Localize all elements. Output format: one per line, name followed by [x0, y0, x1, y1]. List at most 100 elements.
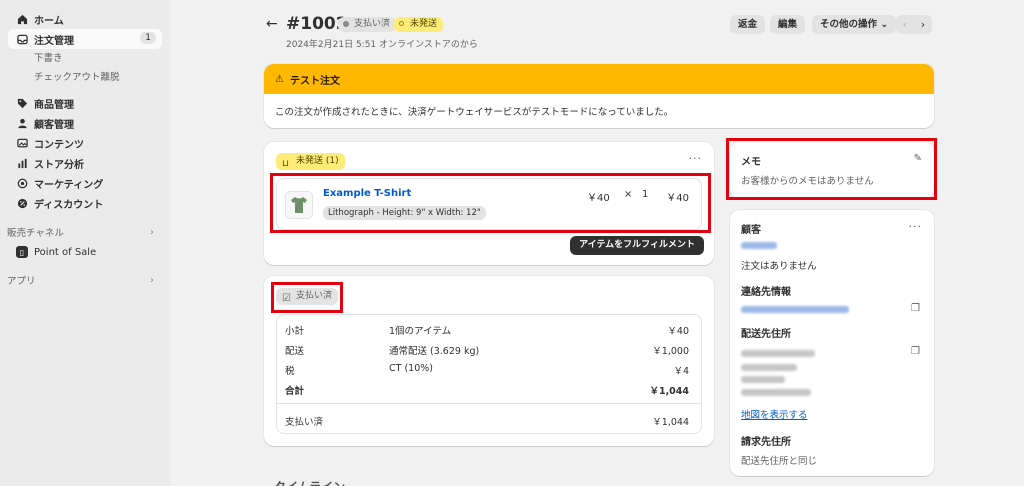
inbox-icon [16, 33, 28, 45]
customer-card: 顧客 ··· 注文はありません 連絡先情報 ❐ 配送先住所 ❐ 地図を表示する … [730, 210, 934, 476]
variant-badge: Lithograph - Height: 9" x Width: 12" [323, 206, 486, 220]
more-actions-button[interactable]: その他の操作 ⌄ [812, 15, 897, 34]
product-title-link[interactable]: Example T-Shirt [323, 188, 411, 199]
sidebar-section-sales-channels[interactable]: 販売チャネル › [0, 223, 170, 241]
unfulfilled-status-badge: 未発送 [394, 17, 444, 32]
back-arrow-icon[interactable]: ← [266, 16, 278, 32]
tag-icon [16, 97, 28, 109]
sidebar-item-marketing[interactable]: マーケティング [0, 173, 170, 193]
unfulfilled-count-label: 未発送 (1) [296, 156, 339, 166]
shipping-address-title: 配送先住所 [741, 329, 791, 340]
address-line-redacted [741, 364, 797, 371]
clipboard-icon[interactable]: ❐ [911, 346, 920, 357]
discount-icon [16, 197, 28, 209]
view-map-link[interactable]: 地図を表示する [741, 407, 808, 421]
row-value: ￥40 [667, 326, 689, 337]
sidebar-item-orders[interactable]: 注文管理 1 [8, 29, 162, 49]
edit-button[interactable]: 編集 [770, 15, 806, 34]
billing-address-text: 配送先住所と同じ [741, 456, 818, 467]
payment-card: ☑ 支払い済 小計 1個のアイテム ￥40 配送 通常配送 (3.629 kg)… [264, 276, 714, 446]
row-key: 配送 [285, 346, 305, 357]
sidebar-item-customers[interactable]: 顧客管理 [0, 113, 170, 133]
section-label: 販売チャネル [7, 228, 64, 239]
next-order-icon[interactable]: › [914, 15, 932, 34]
banner-title: テスト注文 [289, 75, 340, 87]
more-options-icon[interactable]: ··· [689, 152, 703, 165]
customer-name-redacted[interactable] [741, 242, 777, 249]
row-desc: 通常配送 (3.629 kg) [389, 346, 480, 357]
row-key: 支払い済 [285, 417, 324, 428]
sidebar: ホーム 注文管理 1 下書き チェックアウト離脱 商品管理 顧客管理 コンテンツ… [0, 0, 170, 486]
sidebar-item-content[interactable]: コンテンツ [0, 133, 170, 153]
paid-badge: ☑ 支払い済 [276, 288, 339, 305]
previous-order-icon[interactable]: ‹ [896, 15, 914, 34]
clipboard-icon[interactable]: ❐ [911, 303, 920, 314]
divider [277, 403, 701, 404]
paid-status-badge: 支払い済 [338, 17, 397, 32]
subtotal-row: 小計 1個のアイテム ￥40 [285, 323, 689, 337]
test-order-banner: ⚠ テスト注文 この注文が作成されたときに、決済ゲートウェイサービスがテストモー… [264, 64, 934, 128]
line-total: ￥40 [666, 193, 689, 204]
address-line-redacted [741, 389, 811, 396]
row-value: ￥4 [673, 366, 689, 377]
package-icon: ⊔ [282, 159, 290, 169]
bar-chart-icon [16, 157, 28, 169]
sidebar-item-home[interactable]: ホーム [0, 9, 170, 29]
image-icon [16, 137, 28, 149]
multiply-sign: × [624, 189, 633, 200]
more-options-icon[interactable]: ··· [909, 220, 923, 233]
payment-summary: 小計 1個のアイテム ￥40 配送 通常配送 (3.629 kg) ￥1,000… [276, 314, 702, 434]
row-key: 合計 [285, 386, 305, 397]
sidebar-item-discounts[interactable]: ディスカウント [0, 193, 170, 213]
notes-text: お客様からのメモはありません [741, 176, 874, 187]
customer-email-redacted[interactable] [741, 306, 849, 313]
row-value: ￥1,044 [649, 386, 689, 397]
notes-title: メモ [741, 157, 761, 168]
sidebar-item-label: ストア分析 [34, 159, 84, 171]
row-key: 小計 [285, 326, 305, 337]
product-thumbnail [285, 191, 313, 219]
billing-address-title: 請求先住所 [741, 437, 791, 448]
shipping-row: 配送 通常配送 (3.629 kg) ￥1,000 [285, 343, 689, 357]
address-line-redacted [741, 376, 785, 383]
main-content: ← #1002 支払い済 未発送 2024年2月21日 5:51 オンラインスト… [170, 0, 1024, 486]
paid-badge-label: 支払い済 [296, 291, 333, 301]
sidebar-item-label: Point of Sale [34, 246, 97, 258]
sidebar-subitem-abandoned-checkouts[interactable]: チェックアウト離脱 [0, 68, 170, 87]
row-key: 税 [285, 366, 295, 377]
row-value: ￥1,044 [652, 417, 689, 428]
sidebar-item-point-of-sale[interactable]: ▯ Point of Sale [0, 241, 170, 263]
sidebar-subitem-drafts[interactable]: 下書き [0, 49, 170, 68]
contact-info-title: 連絡先情報 [741, 287, 791, 298]
customer-title: 顧客 [741, 225, 761, 236]
refund-button[interactable]: 返金 [730, 15, 766, 34]
home-icon [16, 13, 28, 25]
order-date-source: 2024年2月21日 5:51 オンラインストアのから [286, 40, 478, 50]
warning-icon: ⚠ [275, 73, 284, 85]
more-actions-label: その他の操作 [820, 19, 878, 30]
unfulfilled-count-badge: ⊔ 未発送 (1) [276, 153, 345, 170]
quantity: 1 [642, 189, 649, 200]
pencil-icon[interactable]: ✎ [914, 153, 922, 164]
order-pager: ‹ › [896, 15, 932, 34]
section-label: アプリ [7, 276, 36, 287]
fulfill-items-button[interactable]: アイテムをフルフィルメント [570, 236, 704, 255]
row-desc: CT (10%) [389, 363, 433, 374]
sidebar-item-label: コンテンツ [34, 139, 84, 151]
checkbox-check-icon: ☑ [282, 293, 291, 304]
timeline-title: タイムライン [274, 478, 345, 486]
pos-icon: ▯ [16, 246, 28, 258]
sidebar-section-apps[interactable]: アプリ › [0, 271, 170, 289]
total-row: 合計 ￥1,044 [285, 383, 689, 397]
notes-card: メモ ✎ お客様からのメモはありません [730, 142, 934, 199]
target-icon [16, 177, 28, 189]
unfulfilled-card: ⊔ 未発送 (1) ··· Example T-Shirt Lithograph… [264, 142, 714, 265]
sidebar-item-products[interactable]: 商品管理 [0, 93, 170, 113]
orders-count-badge: 1 [140, 32, 156, 44]
unit-price: ￥40 [587, 193, 610, 204]
sidebar-item-analytics[interactable]: ストア分析 [0, 153, 170, 173]
line-item: Example T-Shirt Lithograph - Height: 9" … [276, 178, 702, 230]
customer-orders-count: 注文はありません [741, 261, 817, 272]
chevron-right-icon: › [150, 274, 154, 286]
sidebar-item-label: 顧客管理 [34, 119, 74, 131]
